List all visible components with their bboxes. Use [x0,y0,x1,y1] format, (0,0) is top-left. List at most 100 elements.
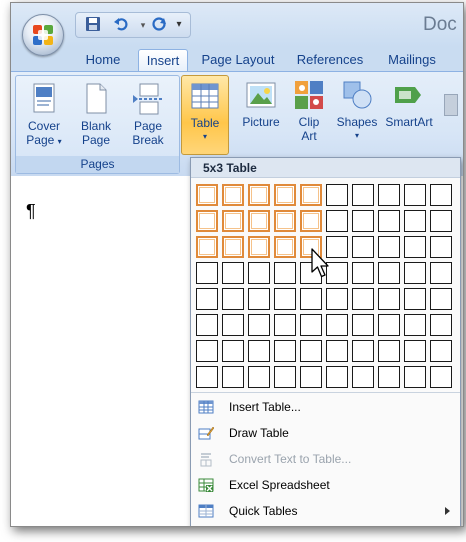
table-grid-cell[interactable] [404,210,426,232]
table-grid-cell[interactable] [196,314,218,336]
table-grid-cell[interactable] [404,288,426,310]
table-grid-cell[interactable] [404,184,426,206]
table-grid-cell[interactable] [378,366,400,388]
convert-text-item[interactable]: Convert Text to Table... [191,446,460,472]
cover-page-button[interactable]: Cover Page ▾ [20,79,68,151]
table-grid-cell[interactable] [404,262,426,284]
tab-insert[interactable]: Insert [138,49,188,72]
table-grid-cell[interactable] [404,236,426,258]
table-grid-cell[interactable] [378,314,400,336]
table-grid-cell[interactable] [222,262,244,284]
picture-button[interactable]: Picture [237,75,285,147]
table-grid-cell[interactable] [274,236,296,258]
table-grid-cell[interactable] [222,184,244,206]
table-grid-cell[interactable] [326,210,348,232]
table-grid-cell[interactable] [430,366,452,388]
table-grid-cell[interactable] [300,184,322,206]
table-grid-cell[interactable] [196,340,218,362]
table-grid-cell[interactable] [248,184,270,206]
table-grid-cell[interactable] [196,184,218,206]
table-grid-cell[interactable] [274,288,296,310]
table-grid-cell[interactable] [248,236,270,258]
table-grid-cell[interactable] [352,262,374,284]
table-grid-cell[interactable] [378,236,400,258]
table-grid-cell[interactable] [300,340,322,362]
clip-art-button[interactable]: Clip Art [285,75,333,147]
undo-icon[interactable] [112,16,130,34]
table-grid-cell[interactable] [326,340,348,362]
table-grid-cell[interactable] [248,210,270,232]
draw-table-item[interactable]: Draw Table [191,420,460,446]
table-grid-cell[interactable] [352,340,374,362]
table-grid-cell[interactable] [248,314,270,336]
table-grid-cell[interactable] [378,210,400,232]
table-grid-cell[interactable] [300,288,322,310]
table-grid-cell[interactable] [300,366,322,388]
table-button[interactable]: Table ▾ [181,75,229,155]
table-grid-cell[interactable] [222,314,244,336]
table-grid-cell[interactable] [326,366,348,388]
table-grid-cell[interactable] [404,366,426,388]
page-break-button[interactable]: Page Break [124,79,172,151]
table-grid-cell[interactable] [196,210,218,232]
table-grid-cell[interactable] [196,288,218,310]
excel-spreadsheet-item[interactable]: Excel Spreadsheet [191,472,460,498]
table-grid-cell[interactable] [378,184,400,206]
table-grid-cell[interactable] [274,210,296,232]
table-grid-cell[interactable] [352,184,374,206]
table-grid-cell[interactable] [222,288,244,310]
table-grid-cell[interactable] [430,340,452,362]
table-grid-cell[interactable] [326,184,348,206]
table-grid-cell[interactable] [430,210,452,232]
table-grid-cell[interactable] [274,184,296,206]
table-grid-cell[interactable] [222,236,244,258]
tab-references[interactable]: References [293,49,367,71]
office-button[interactable] [22,14,64,56]
table-grid-cell[interactable] [326,314,348,336]
table-grid-cell[interactable] [274,340,296,362]
shapes-button[interactable]: Shapes ▾ [333,75,381,147]
table-grid-cell[interactable] [196,366,218,388]
table-grid-cell[interactable] [378,288,400,310]
table-grid-cell[interactable] [430,236,452,258]
tab-home[interactable]: Home [77,49,129,71]
tab-page-layout[interactable]: Page Layout [197,49,279,71]
save-icon[interactable] [84,16,102,34]
table-grid-cell[interactable] [378,340,400,362]
table-grid-cell[interactable] [300,314,322,336]
table-grid-cell[interactable] [352,314,374,336]
table-grid-cell[interactable] [404,340,426,362]
table-grid-cell[interactable] [404,314,426,336]
table-grid-cell[interactable] [222,340,244,362]
table-grid-cell[interactable] [222,366,244,388]
table-grid-cell[interactable] [248,340,270,362]
chart-icon[interactable] [444,94,458,116]
table-grid-cell[interactable] [222,210,244,232]
table-grid-cell[interactable] [326,288,348,310]
table-grid-cell[interactable] [378,262,400,284]
table-grid-cell[interactable] [274,262,296,284]
table-grid-cell[interactable] [248,366,270,388]
table-grid-cell[interactable] [352,236,374,258]
table-grid-cell[interactable] [352,288,374,310]
table-grid-cell[interactable] [300,210,322,232]
table-grid-cell[interactable] [248,262,270,284]
table-grid-cell[interactable] [430,262,452,284]
quick-tables-item[interactable]: Quick Tables [191,498,460,524]
table-grid-cell[interactable] [274,366,296,388]
table-grid-cell[interactable] [430,314,452,336]
table-grid-cell[interactable] [352,366,374,388]
redo-icon[interactable] [150,16,168,34]
smartart-button[interactable]: SmartArt [382,75,436,147]
table-grid-cell[interactable] [196,236,218,258]
customize-icon[interactable]: ▾ [170,16,188,34]
table-grid-cell[interactable] [248,288,270,310]
table-grid-cell[interactable] [274,314,296,336]
blank-page-button[interactable]: Blank Page [72,79,120,151]
insert-table-item[interactable]: Insert Table... [191,394,460,420]
table-grid-cell[interactable] [430,184,452,206]
table-grid-cell[interactable] [430,288,452,310]
tab-mailings[interactable]: Mailings [381,49,443,71]
table-grid-cell[interactable] [196,262,218,284]
table-grid-cell[interactable] [352,210,374,232]
